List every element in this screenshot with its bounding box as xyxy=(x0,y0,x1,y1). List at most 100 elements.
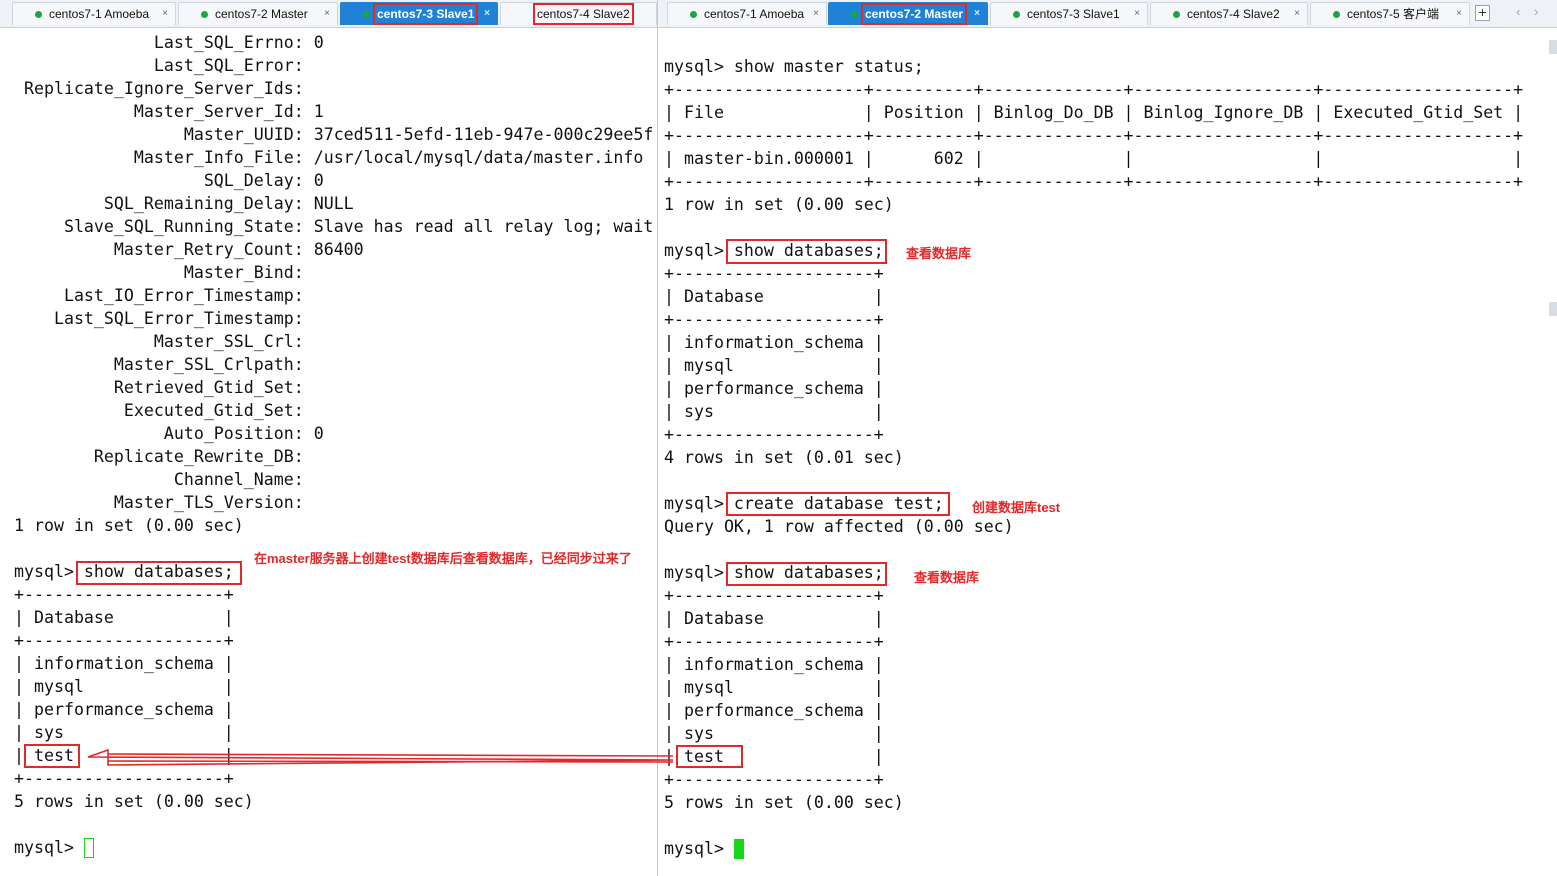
scrollbar-marker[interactable] xyxy=(1549,40,1557,54)
terminal-line: Retrieved_Gtid_Set: xyxy=(14,378,314,397)
terminal-line: Master_SSL_Crlpath: xyxy=(14,355,314,374)
left-tab-master[interactable]: centos7-2 Master × xyxy=(178,2,338,25)
terminal-line: | performance_schema | xyxy=(664,379,884,398)
close-icon[interactable]: × xyxy=(1294,3,1300,25)
highlight-box xyxy=(726,492,950,516)
terminal-line: Master_TLS_Version: xyxy=(14,493,314,512)
terminal-line: +--------------------+ xyxy=(14,769,234,788)
status-dot-icon xyxy=(690,11,697,18)
terminal-line: Master_UUID: 37ced511-5efd-11eb-947e-000… xyxy=(14,125,654,144)
tab-label: centos7-3 Slave1 xyxy=(372,3,479,25)
tab-label: centos7-4 Slave2 xyxy=(1187,7,1280,21)
close-icon[interactable]: × xyxy=(974,3,980,25)
terminal-line: SQL_Remaining_Delay: NULL xyxy=(14,194,354,213)
terminal-line: 4 rows in set (0.01 sec) xyxy=(664,448,904,467)
status-dot-icon xyxy=(851,11,858,18)
terminal-line: Master_Retry_Count: 86400 xyxy=(14,240,364,259)
terminal-line: mysql> xyxy=(14,838,84,857)
annotation-show-databases-again: 查看数据库 xyxy=(914,570,980,585)
terminal-line: +--------------------+ xyxy=(664,632,884,651)
terminal-line: Master_Server_Id: 1 xyxy=(14,102,324,121)
terminal-line: | Database | xyxy=(664,287,884,306)
terminal-line: +--------------------+ xyxy=(664,425,884,444)
terminal-line: Master_Info_File: /usr/local/mysql/data/… xyxy=(14,148,644,167)
terminal-line: Master_Bind: xyxy=(14,263,314,282)
left-tab-slave1[interactable]: centos7-3 Slave1 × xyxy=(340,2,498,25)
left-tab-amoeba[interactable]: centos7-1 Amoeba × xyxy=(12,2,176,25)
left-tab-bar: centos7-1 Amoeba × centos7-2 Master × ce… xyxy=(0,0,657,28)
terminal-line: | mysql | xyxy=(664,678,884,697)
left-tab-slave2[interactable]: centos7-4 Slave2 xyxy=(500,2,657,25)
terminal-line: | Database | xyxy=(664,609,884,628)
terminal-line: +-------------------+----------+--------… xyxy=(664,126,1524,145)
terminal-line: Query OK, 1 row affected (0.00 sec) xyxy=(664,517,1014,536)
terminal-line: Last_IO_Error_Timestamp: xyxy=(14,286,314,305)
right-tab-slave2[interactable]: centos7-4 Slave2 × xyxy=(1150,2,1308,25)
right-tab-slave1[interactable]: centos7-3 Slave1 × xyxy=(990,2,1148,25)
highlight-box xyxy=(726,562,887,586)
highlight-box xyxy=(24,744,80,768)
close-icon[interactable]: × xyxy=(1456,3,1462,25)
terminal-line: 5 rows in set (0.00 sec) xyxy=(14,792,254,811)
status-dot-icon xyxy=(363,11,370,18)
terminal-line: | sys | xyxy=(14,723,234,742)
terminal-line: +--------------------+ xyxy=(14,585,234,604)
terminal-line: Last_SQL_Error_Timestamp: xyxy=(14,309,314,328)
close-icon[interactable]: × xyxy=(1134,3,1140,25)
annotation-synced: 在master服务器上创建test数据库后查看数据库，已经同步过来了 xyxy=(254,551,632,566)
left-terminal-pane[interactable]: centos7-1 Amoeba × centos7-2 Master × ce… xyxy=(0,0,657,876)
tab-label: centos7-1 Amoeba xyxy=(704,7,805,21)
terminal-line: Executed_Gtid_Set: xyxy=(14,401,314,420)
terminal-line: Master_SSL_Crl: xyxy=(14,332,314,351)
annotation-create-database: 创建数据库test xyxy=(972,500,1061,515)
terminal-line: Last_SQL_Errno: 0 xyxy=(14,33,324,52)
terminal-cursor xyxy=(84,838,94,858)
terminal-line: Replicate_Ignore_Server_Ids: xyxy=(14,79,314,98)
terminal-cursor xyxy=(734,839,744,859)
close-icon[interactable]: × xyxy=(813,3,819,25)
annotation-show-databases: 查看数据库 xyxy=(906,246,972,261)
tab-next-icon[interactable]: › xyxy=(1534,4,1538,19)
terminal-line: Channel_Name: xyxy=(14,470,314,489)
new-tab-button[interactable]: + xyxy=(1475,5,1490,21)
close-icon[interactable]: × xyxy=(484,3,490,25)
terminal-line: Slave_SQL_Running_State: Slave has read … xyxy=(14,217,654,236)
status-dot-icon xyxy=(1333,11,1340,18)
terminal-line: | mysql | xyxy=(664,356,884,375)
terminal-line: | information_schema | xyxy=(664,333,884,352)
terminal-line: | File | Position | Binlog_Do_DB | Binlo… xyxy=(664,103,1524,122)
terminal-line: 1 row in set (0.00 sec) xyxy=(14,516,244,535)
terminal-line: SQL_Delay: 0 xyxy=(14,171,324,190)
right-tab-bar: centos7-1 Amoeba × centos7-2 Master × ce… xyxy=(658,0,1557,28)
terminal-line: | sys | xyxy=(664,724,884,743)
status-dot-icon xyxy=(1013,11,1020,18)
terminal-line: | sys | xyxy=(664,402,884,421)
terminal-line: | performance_schema | xyxy=(664,701,884,720)
terminal-line: +--------------------+ xyxy=(664,770,884,789)
right-terminal-pane[interactable]: centos7-1 Amoeba × centos7-2 Master × ce… xyxy=(657,0,1557,876)
terminal-line: +--------------------+ xyxy=(14,631,234,650)
terminal-line: Last_SQL_Error: xyxy=(14,56,314,75)
tab-label: centos7-2 Master xyxy=(215,7,308,21)
terminal-line: | information_schema | xyxy=(14,654,234,673)
highlight-box xyxy=(676,745,743,768)
tab-label: centos7-3 Slave1 xyxy=(1027,7,1120,21)
right-tab-amoeba[interactable]: centos7-1 Amoeba × xyxy=(667,2,827,25)
terminal-line: +--------------------+ xyxy=(664,264,884,283)
tab-prev-icon[interactable]: ‹ xyxy=(1516,4,1520,19)
terminal-line: +--------------------+ xyxy=(664,310,884,329)
highlight-box xyxy=(76,561,242,585)
tab-label: centos7-5 客户端 xyxy=(1347,7,1440,21)
tab-label: centos7-1 Amoeba xyxy=(49,7,150,21)
right-tab-client[interactable]: centos7-5 客户端 × xyxy=(1310,2,1470,25)
right-tab-master[interactable]: centos7-2 Master × xyxy=(828,2,988,25)
terminal-line: +--------------------+ xyxy=(664,586,884,605)
tab-label: centos7-4 Slave2 xyxy=(533,3,634,25)
close-icon[interactable]: × xyxy=(324,3,330,25)
terminal-line: mysql> xyxy=(664,839,734,858)
status-dot-icon xyxy=(1173,11,1180,18)
terminal-line: | mysql | xyxy=(14,677,234,696)
terminal-line: | Database | xyxy=(14,608,234,627)
close-icon[interactable]: × xyxy=(162,3,168,25)
scrollbar-marker[interactable] xyxy=(1549,302,1557,316)
